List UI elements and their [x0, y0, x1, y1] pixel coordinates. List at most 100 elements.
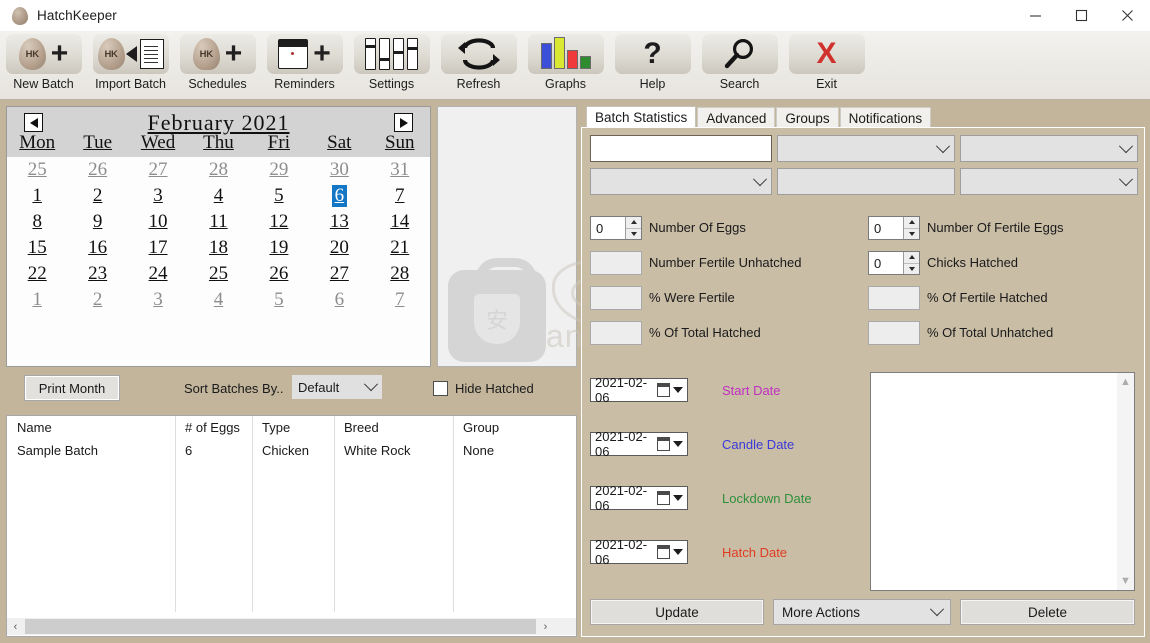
calendar-day-cell[interactable]: 29 [249, 157, 309, 183]
calendar-day-cell[interactable]: 25 [188, 261, 248, 287]
calendar-next-month-button[interactable] [394, 113, 413, 132]
scroll-down-icon[interactable]: ▼ [1120, 575, 1131, 587]
calendar-day-cell[interactable]: 22 [7, 261, 67, 287]
print-month-button[interactable]: Print Month [24, 375, 120, 401]
calendar-day-cell[interactable]: 7 [370, 287, 430, 313]
chevron-down-icon[interactable] [673, 387, 683, 393]
calendar-day-cell[interactable]: 12 [249, 209, 309, 235]
column-header-breed[interactable]: Breed [334, 416, 453, 439]
stepper-up-button[interactable] [904, 252, 919, 264]
stepper-down-button[interactable] [904, 228, 919, 239]
batch-list-table[interactable]: Name # of Eggs Type Breed Group Sample B… [6, 415, 577, 637]
hatch-date-picker[interactable]: 2021-02-06 [590, 537, 688, 567]
notes-vertical-scrollbar[interactable]: ▲ ▼ [1117, 373, 1134, 590]
calendar-day-cell[interactable]: 31 [370, 157, 430, 183]
calendar-day-cell[interactable]: 8 [7, 209, 67, 235]
chevron-down-icon[interactable] [673, 441, 683, 447]
calendar-day-cell[interactable]: 21 [370, 235, 430, 261]
stepper-down-button[interactable] [904, 263, 919, 274]
toolbar-button-help[interactable]: ? Help [609, 34, 696, 96]
calendar-day-cell[interactable]: 27 [128, 157, 188, 183]
calendar-day-cell[interactable]: 5 [249, 183, 309, 209]
toolbar-button-schedules[interactable]: HK + Schedules [174, 34, 261, 96]
batch-secondary-field[interactable] [777, 168, 955, 195]
calendar-day-cell[interactable]: 16 [67, 235, 127, 261]
calendar-day-cell[interactable]: 2 [67, 183, 127, 209]
checkbox-box[interactable] [433, 381, 448, 396]
toolbar-button-settings[interactable]: Settings [348, 34, 435, 96]
batch-breed-select[interactable] [960, 135, 1138, 162]
calendar-day-cell[interactable]: 30 [309, 157, 369, 183]
more-actions-select[interactable]: More Actions [773, 599, 951, 625]
calendar-day-cell[interactable]: 5 [249, 287, 309, 313]
calendar-day-cell[interactable]: 10 [128, 209, 188, 235]
calendar-day-cell[interactable]: 4 [188, 183, 248, 209]
candle-date-picker[interactable]: 2021-02-06 [590, 429, 688, 459]
stepper-down-button[interactable] [626, 228, 641, 239]
toolbar-button-reminders[interactable]: + Reminders [261, 34, 348, 96]
calendar-day-cell[interactable]: 14 [370, 209, 430, 235]
batch-name-input[interactable] [590, 135, 772, 162]
toolbar-button-new-batch[interactable]: HK + New Batch [0, 34, 87, 96]
month-calendar[interactable]: February 2021 Mon Tue Wed Thu Fri Sat Su… [6, 106, 431, 367]
toolbar-button-exit[interactable]: X Exit [783, 34, 870, 96]
batch-incubator-select[interactable] [960, 168, 1138, 195]
calendar-day-cell[interactable]: 9 [67, 209, 127, 235]
delete-button[interactable]: Delete [960, 599, 1135, 625]
update-button[interactable]: Update [590, 599, 764, 625]
calendar-day-cell[interactable]: 26 [249, 261, 309, 287]
calendar-day-cell[interactable]: 19 [249, 235, 309, 261]
batch-notes-input[interactable] [871, 373, 1117, 590]
start-date-picker[interactable]: 2021-02-06 [590, 375, 688, 405]
tab-notifications[interactable]: Notifications [839, 107, 932, 128]
batch-notes-area[interactable]: ▲ ▼ [870, 372, 1135, 591]
number-of-fertile-eggs-stepper[interactable]: 0 [868, 216, 920, 240]
chicks-hatched-stepper[interactable]: 0 [868, 251, 920, 275]
calendar-day-cell[interactable]: 27 [309, 261, 369, 287]
calendar-day-cell[interactable]: 18 [188, 235, 248, 261]
calendar-day-cell[interactable]: 3 [128, 183, 188, 209]
calendar-day-cell[interactable]: 3 [128, 287, 188, 313]
calendar-day-cell[interactable]: 6 [309, 183, 369, 209]
tab-groups[interactable]: Groups [776, 107, 839, 128]
batch-type-select[interactable] [777, 135, 955, 162]
chevron-down-icon[interactable] [673, 549, 683, 555]
close-icon[interactable] [1104, 0, 1150, 31]
calendar-day-cell[interactable]: 25 [7, 157, 67, 183]
calendar-day-cell[interactable]: 2 [67, 287, 127, 313]
batch-table-horizontal-scrollbar[interactable]: ‹ › [7, 618, 576, 635]
tab-advanced[interactable]: Advanced [697, 107, 776, 128]
toolbar-button-graphs[interactable]: Graphs [522, 34, 609, 96]
column-header-group[interactable]: Group [453, 416, 576, 439]
tab-batch-statistics[interactable]: Batch Statistics [586, 106, 697, 128]
calendar-day-cell[interactable]: 28 [188, 157, 248, 183]
chevron-down-icon[interactable] [673, 495, 683, 501]
calendar-day-cell[interactable]: 24 [128, 261, 188, 287]
calendar-day-cell[interactable]: 13 [309, 209, 369, 235]
stepper-up-button[interactable] [626, 217, 641, 229]
calendar-day-cell[interactable]: 11 [188, 209, 248, 235]
table-row[interactable]: Sample Batch 6 Chicken White Rock None [7, 439, 576, 462]
calendar-day-cell[interactable]: 15 [7, 235, 67, 261]
calendar-day-cell[interactable]: 7 [370, 183, 430, 209]
calendar-day-cell[interactable]: 1 [7, 183, 67, 209]
stepper-up-button[interactable] [904, 217, 919, 229]
toolbar-button-import-batch[interactable]: HK Import Batch [87, 34, 174, 96]
calendar-day-cell[interactable]: 28 [370, 261, 430, 287]
toolbar-button-refresh[interactable]: Refresh [435, 34, 522, 96]
minimize-icon[interactable] [1012, 0, 1058, 31]
sort-batches-select[interactable]: Default [292, 375, 382, 399]
calendar-day-cell[interactable]: 23 [67, 261, 127, 287]
calendar-day-cell[interactable]: 6 [309, 287, 369, 313]
calendar-day-cell[interactable]: 20 [309, 235, 369, 261]
column-header-eggs[interactable]: # of Eggs [175, 416, 252, 439]
calendar-day-cell[interactable]: 26 [67, 157, 127, 183]
hide-hatched-checkbox[interactable]: Hide Hatched [433, 381, 534, 396]
calendar-day-cell[interactable]: 1 [7, 287, 67, 313]
column-header-name[interactable]: Name [7, 416, 175, 439]
scroll-left-button[interactable]: ‹ [7, 618, 24, 635]
number-of-eggs-stepper[interactable]: 0 [590, 216, 642, 240]
maximize-icon[interactable] [1058, 0, 1104, 31]
batch-group-select[interactable] [590, 168, 772, 195]
scrollbar-thumb[interactable] [25, 619, 536, 634]
